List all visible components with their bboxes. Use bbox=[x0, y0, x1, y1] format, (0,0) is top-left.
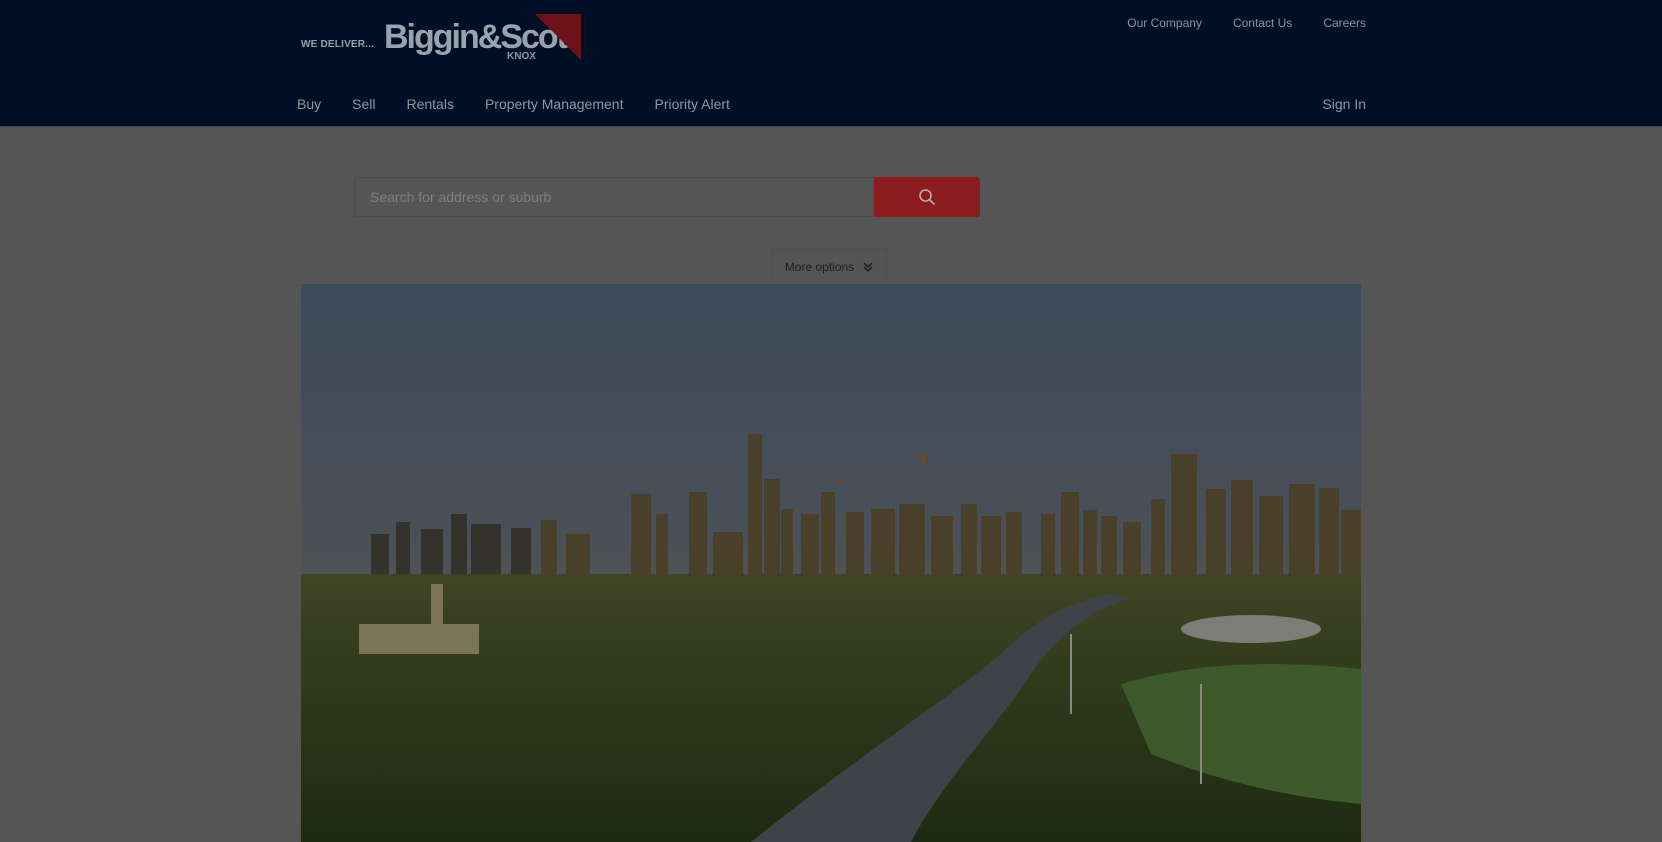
nav-property-management[interactable]: Property Management bbox=[485, 96, 624, 112]
top-links: Our Company Contact Us Careers bbox=[1127, 16, 1366, 30]
nav-buy[interactable]: Buy bbox=[297, 96, 321, 112]
link-contact-us[interactable]: Contact Us bbox=[1233, 16, 1292, 30]
more-options-label: More options bbox=[784, 259, 855, 274]
brand-logo[interactable]: WE DELIVER... Biggin&Scott KNOX bbox=[300, 14, 585, 62]
hero-image bbox=[301, 284, 1361, 842]
link-our-company[interactable]: Our Company bbox=[1127, 16, 1202, 30]
search-bar bbox=[354, 177, 980, 217]
more-options-toggle[interactable]: More options bbox=[772, 249, 887, 283]
brand-flag-icon bbox=[535, 14, 581, 60]
search-input[interactable] bbox=[354, 177, 874, 217]
melbourne-skyline-image bbox=[301, 284, 1361, 842]
brand-tagline: WE DELIVER... bbox=[301, 39, 375, 50]
sign-in-link[interactable]: Sign In bbox=[1322, 96, 1366, 112]
search-icon bbox=[919, 189, 935, 205]
link-careers[interactable]: Careers bbox=[1323, 16, 1366, 30]
main-nav: Buy Sell Rentals Property Management Pri… bbox=[297, 96, 730, 112]
nav-rentals[interactable]: Rentals bbox=[406, 96, 453, 112]
nav-sell[interactable]: Sell bbox=[352, 96, 375, 112]
nav-priority-alert[interactable]: Priority Alert bbox=[654, 96, 729, 112]
site-header: WE DELIVER... Biggin&Scott KNOX Our Comp… bbox=[0, 0, 1662, 127]
search-button[interactable] bbox=[874, 177, 980, 217]
double-chevron-down-icon bbox=[863, 261, 873, 272]
brand-sub: KNOX bbox=[507, 51, 536, 62]
